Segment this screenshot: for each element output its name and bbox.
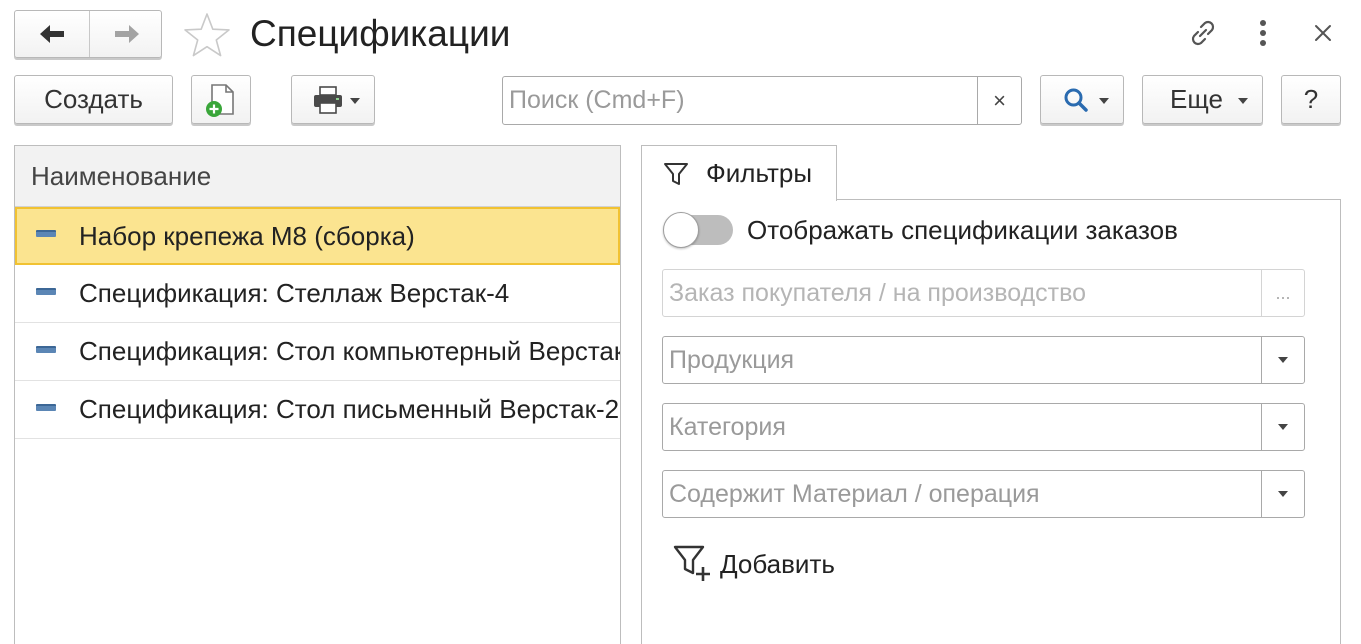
add-filter-icon	[673, 545, 710, 581]
kebab-menu-icon	[1260, 20, 1266, 46]
order-field: Заказ покупателя / на производство ...	[662, 269, 1305, 317]
item-marker-icon	[36, 403, 56, 411]
material-placeholder: Содержит Материал / операция	[669, 480, 1040, 508]
page-title: Спецификации	[250, 13, 511, 54]
table-row[interactable]: Набор крепежа М8 (сборка)	[15, 207, 620, 265]
forward-button[interactable]	[89, 11, 163, 57]
filter-icon	[664, 162, 688, 185]
chevron-down-icon	[350, 98, 360, 104]
order-select-button: ...	[1261, 270, 1304, 316]
print-button[interactable]	[291, 75, 375, 124]
item-marker-icon	[36, 287, 56, 295]
chevron-down-icon	[1278, 424, 1288, 430]
chevron-down-icon	[1278, 491, 1288, 497]
create-button[interactable]: Создать	[14, 75, 173, 124]
category-dropdown-button[interactable]	[1261, 404, 1304, 450]
show-order-specs-label: Отображать спецификации заказов	[747, 215, 1178, 245]
arrow-left-icon	[40, 25, 64, 43]
show-order-specs-toggle[interactable]	[663, 212, 733, 248]
search-icon	[1064, 88, 1088, 112]
help-button-label: ?	[1303, 84, 1319, 114]
create-copy-button[interactable]	[191, 75, 251, 124]
product-dropdown-button[interactable]	[1261, 337, 1304, 383]
material-dropdown-button[interactable]	[1261, 471, 1304, 517]
row-name: Спецификация: Стеллаж Верстак-4	[79, 278, 510, 308]
chevron-down-icon	[1238, 98, 1248, 104]
back-button[interactable]	[15, 11, 89, 57]
more-actions-button[interactable]	[1250, 14, 1276, 52]
item-marker-icon	[36, 230, 56, 237]
more-button[interactable]: Еще	[1142, 75, 1263, 124]
navigation-buttons	[14, 10, 162, 58]
add-filter-label: Добавить	[720, 548, 835, 579]
search-input[interactable]	[503, 77, 979, 124]
table-row[interactable]: Спецификация: Стол компьютерный Верстак	[15, 323, 620, 381]
toggle-knob	[663, 212, 699, 248]
chevron-down-icon	[1099, 98, 1109, 104]
printer-icon	[314, 85, 342, 114]
add-filter-button[interactable]: Добавить	[672, 543, 835, 585]
link-button[interactable]	[1184, 14, 1222, 52]
category-placeholder: Категория	[669, 413, 786, 441]
arrow-right-icon	[114, 25, 139, 43]
specifications-list: Наименование Набор крепежа М8 (сборка) С…	[14, 145, 621, 644]
category-field[interactable]: Категория	[662, 403, 1305, 451]
row-name: Спецификация: Стол компьютерный Верстак	[79, 336, 621, 366]
row-name: Набор крепежа М8 (сборка)	[79, 220, 415, 251]
link-icon	[1191, 20, 1215, 46]
add-file-icon	[206, 83, 234, 117]
material-field[interactable]: Содержит Материал / операция	[662, 470, 1305, 518]
favorite-button[interactable]	[182, 11, 232, 59]
product-field[interactable]: Продукция	[662, 336, 1305, 384]
more-button-label: Еще	[1170, 84, 1223, 114]
tab-filters[interactable]: Фильтры	[641, 145, 837, 201]
search-options-button[interactable]	[1040, 75, 1124, 124]
table-row[interactable]: Спецификация: Стол письменный Верстак-2	[15, 381, 620, 439]
item-marker-icon	[36, 345, 56, 353]
chevron-down-icon	[1278, 357, 1288, 363]
tab-filters-label: Фильтры	[706, 158, 813, 188]
order-placeholder: Заказ покупателя / на производство	[669, 279, 1087, 307]
star-icon	[184, 13, 230, 57]
product-placeholder: Продукция	[669, 346, 795, 374]
create-button-label: Создать	[44, 84, 143, 114]
close-button[interactable]	[1304, 14, 1342, 52]
table-row[interactable]: Спецификация: Стеллаж Верстак-4	[15, 265, 620, 323]
column-header-name[interactable]: Наименование	[15, 146, 620, 207]
close-icon	[1315, 25, 1331, 41]
search-box: ×	[502, 76, 1022, 125]
help-button[interactable]: ?	[1281, 75, 1341, 124]
search-clear-button[interactable]: ×	[977, 77, 1021, 124]
row-name: Спецификация: Стол письменный Верстак-2	[79, 394, 620, 424]
